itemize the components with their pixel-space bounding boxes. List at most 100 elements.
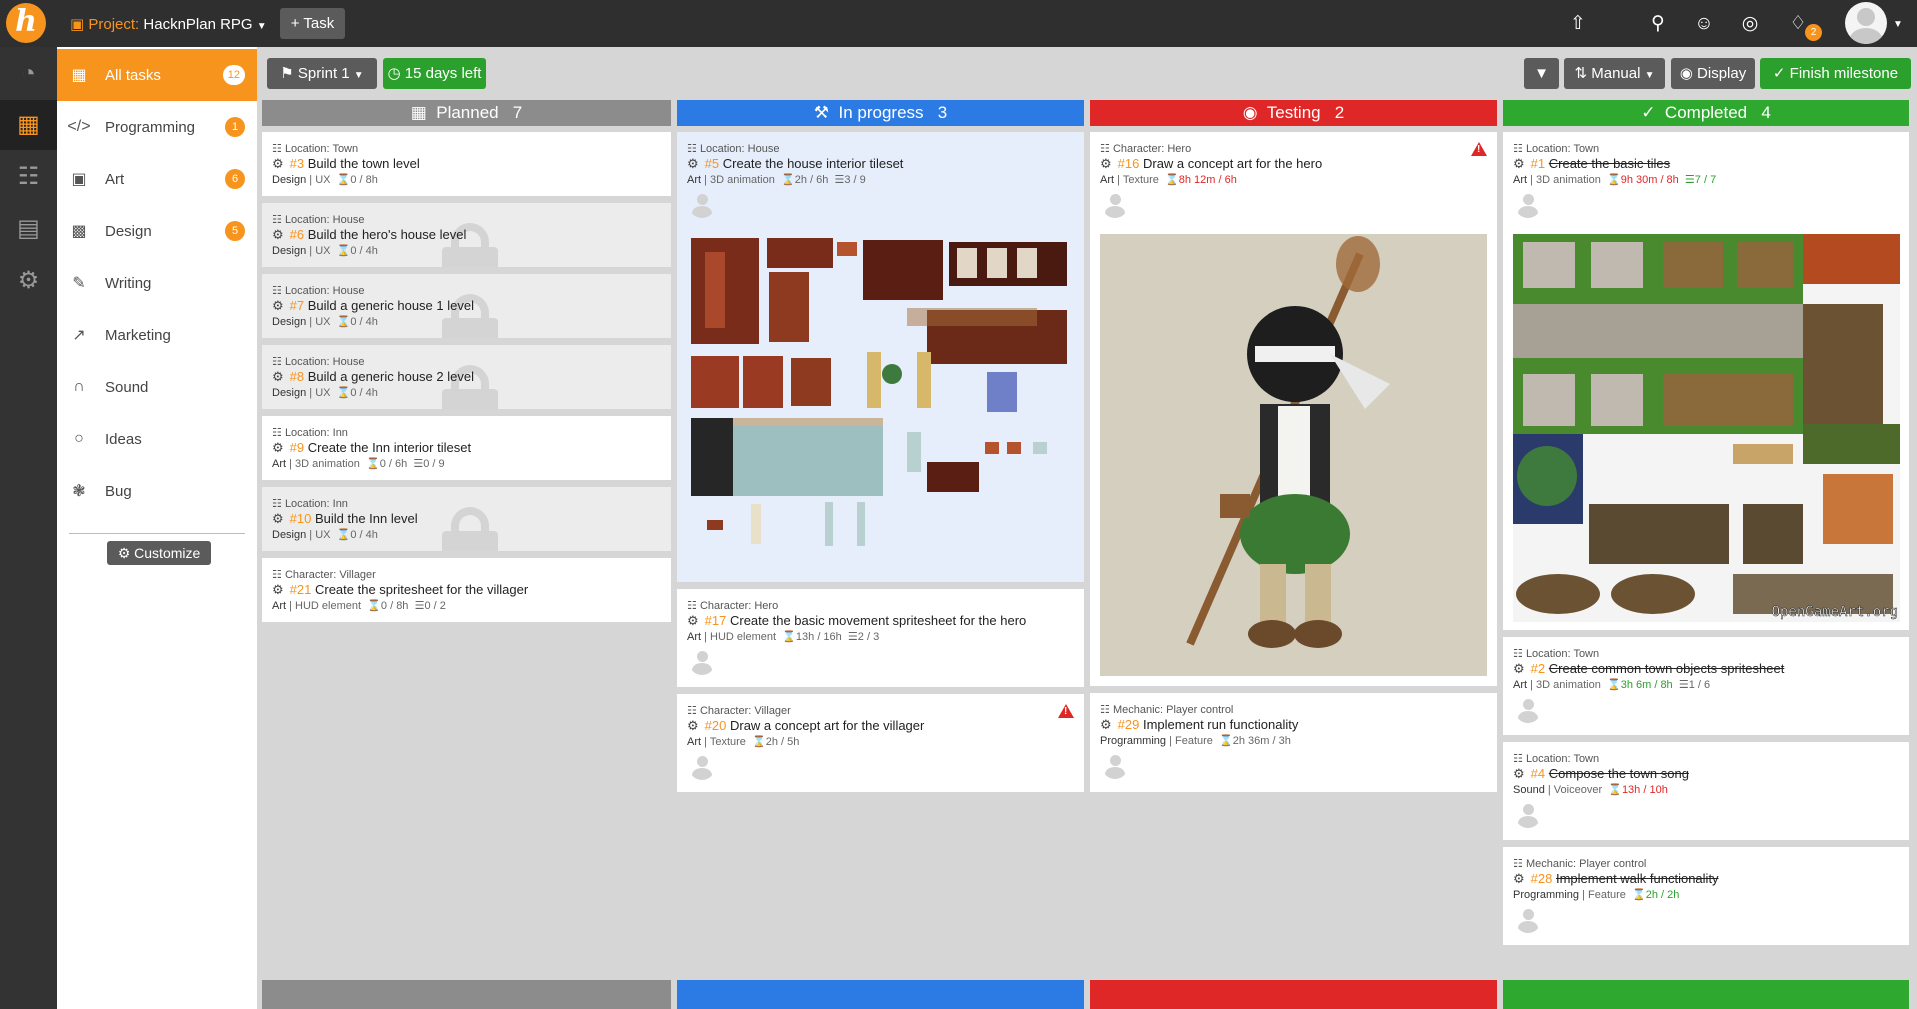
warning-icon: ! — [1058, 704, 1074, 718]
sidebar-item-ideas[interactable]: ○ Ideas — [57, 413, 257, 465]
sidebar-item-sound[interactable]: ∩ Sound — [57, 361, 257, 413]
task-card[interactable]: ☷ Location: House ⚙ #6 Build the hero's h… — [262, 203, 671, 267]
assignee-avatar[interactable] — [1515, 697, 1541, 723]
gear-icon[interactable]: ⚙ — [272, 227, 284, 242]
assignee-avatar[interactable] — [1102, 192, 1128, 218]
project-selector[interactable]: ▣ Project: HacknPlan RPG ▼ — [70, 15, 267, 33]
task-card[interactable]: ☷ Character: Villager ⚙ #21 Create the sp… — [262, 558, 671, 622]
search-icon[interactable]: ⚲ — [1647, 13, 1669, 35]
sidebar-item-bug[interactable]: ❃ Bug — [57, 465, 257, 517]
task-time: 0 / 8h — [350, 174, 378, 186]
task-number: #1 — [1530, 156, 1546, 171]
days-left-badge[interactable]: ◷ 15 days left — [383, 58, 486, 89]
gear-icon[interactable]: ⚙ — [272, 511, 284, 526]
assignee-avatar[interactable] — [689, 649, 715, 675]
add-task-button[interactable]: + Task — [280, 8, 345, 39]
bar-chart-icon[interactable]: ▤ — [0, 204, 57, 254]
gear-icon[interactable]: ⚙ — [1513, 661, 1525, 676]
task-number: #16 — [1117, 156, 1140, 171]
hero-concept-art-image — [1100, 234, 1487, 676]
task-location: Mechanic: Player control — [1112, 704, 1234, 716]
upload-icon[interactable]: ⇧ — [1567, 13, 1589, 35]
task-card[interactable]: ☷ Location: Town ⚙ #3 Build the town leve… — [262, 132, 671, 196]
gear-icon[interactable]: ⚙ — [687, 156, 699, 171]
gear-icon[interactable]: ⚙ — [272, 582, 284, 597]
column-footer-testing[interactable] — [1090, 980, 1497, 1009]
sprint-dropdown[interactable]: ⚑ Sprint 1 ▼ — [267, 58, 377, 89]
check-icon: ✓ — [1772, 65, 1786, 82]
gear-icon[interactable]: ⚙ — [272, 156, 284, 171]
task-card[interactable]: ! ☷ Character: Hero ⚙ #16 Draw a concept … — [1090, 132, 1497, 686]
sidebar-item-design[interactable]: ▩ Design 5 — [57, 205, 257, 257]
task-card[interactable]: ☷ Location: Town ⚙ #2 Create common town … — [1503, 637, 1909, 735]
gear-icon[interactable]: ⚙ — [687, 718, 699, 733]
gear-icon[interactable]: ⚙ — [272, 369, 284, 384]
chevron-down-icon[interactable]: ▼ — [1893, 19, 1903, 30]
customize-button[interactable]: ⚙ Customize — [107, 541, 211, 565]
filter-button[interactable]: ▼ — [1524, 58, 1559, 89]
column-header-completed[interactable]: ✓ Completed 4 — [1503, 100, 1909, 126]
gear-icon[interactable]: ⚙ — [1513, 766, 1525, 781]
hierarchy-icon[interactable]: ☷ — [0, 152, 57, 202]
sidebar-item-art[interactable]: ▣ Art 6 — [57, 153, 257, 205]
task-card[interactable]: ☷ Location: House ⚙ #5 Create the house i… — [677, 132, 1084, 582]
hierarchy-icon: ☷ — [1100, 704, 1110, 716]
sidebar-item-all-tasks[interactable]: ▦ All tasks 12 — [57, 49, 257, 101]
task-card[interactable]: ☷ Character: Hero ⚙ #17 Create the basic … — [677, 589, 1084, 687]
assignee-avatar[interactable] — [1515, 802, 1541, 828]
hacknplan-logo[interactable]: h — [6, 3, 46, 43]
assignee-avatar[interactable] — [689, 192, 715, 218]
task-card[interactable]: ☷ Location: Inn ⚙ #10 Build the Inn level… — [262, 487, 671, 551]
sidebar-item-writing[interactable]: ✎ Writing — [57, 257, 257, 309]
task-card[interactable]: ☷ Location: Town ⚙ #4 Compose the town so… — [1503, 742, 1909, 840]
task-card[interactable]: ☷ Mechanic: Player control ⚙ #28 Implemen… — [1503, 847, 1909, 945]
gear-icon[interactable]: ⚙ — [1100, 156, 1112, 171]
sidebar-item-programming[interactable]: </> Programming 1 — [57, 101, 257, 153]
sidebar-item-marketing[interactable]: ↗ Marketing — [57, 309, 257, 361]
display-button[interactable]: ◉ Display — [1671, 58, 1755, 89]
assignee-avatar[interactable] — [689, 754, 715, 780]
user-avatar[interactable] — [1845, 2, 1887, 44]
task-title: Implement walk functionality — [1555, 871, 1719, 886]
assignee-avatar[interactable] — [1515, 192, 1541, 218]
dashboard-icon[interactable]: ◔ — [0, 49, 57, 99]
column-header-in-progress[interactable]: ⚒ In progress 3 — [677, 100, 1084, 126]
eye-icon: ◉ — [1679, 65, 1693, 82]
top-bar: h ▣ Project: HacknPlan RPG ▼ + Task ⇧ ⚲ … — [0, 0, 1917, 47]
column-footer-planned[interactable] — [262, 980, 671, 1009]
task-card[interactable]: ☷ Location: House ⚙ #8 Build a generic ho… — [262, 345, 671, 409]
gear-icon[interactable]: ⚙ — [272, 298, 284, 313]
gear-icon[interactable]: ⚙ — [272, 440, 284, 455]
column-header-planned[interactable]: ▦ Planned 7 — [262, 100, 671, 126]
task-title: Create the basic tiles — [1548, 156, 1671, 171]
column-header-testing[interactable]: ◉ Testing 2 — [1090, 100, 1497, 126]
task-card[interactable]: ☷ Location: House ⚙ #7 Build a generic ho… — [262, 274, 671, 338]
task-card[interactable]: ☷ Location: Inn ⚙ #9 Create the Inn inter… — [262, 416, 671, 480]
smiley-icon[interactable]: ☺ — [1693, 13, 1715, 35]
lightbulb-icon: ○ — [74, 430, 84, 447]
board-icon[interactable]: ▦ — [0, 100, 57, 150]
sort-manual-dropdown[interactable]: ⇅ Manual ▼ — [1564, 58, 1665, 89]
gear-icon[interactable]: ⚙ — [0, 256, 57, 306]
hourglass-icon: ⌛ — [336, 245, 351, 257]
gear-icon[interactable]: ⚙ — [687, 613, 699, 628]
task-card[interactable]: ☷ Location: Town ⚙ #1 Create the basic ti… — [1503, 132, 1909, 630]
finish-milestone-button[interactable]: ✓ Finish milestone — [1760, 58, 1911, 89]
sidebar-item-label: Sound — [105, 378, 149, 396]
gear-icon[interactable]: ⚙ — [1513, 871, 1525, 886]
assignee-avatar[interactable] — [1102, 753, 1128, 779]
subtask-count: 2 / 3 — [857, 631, 880, 643]
assignee-avatar[interactable] — [1515, 907, 1541, 933]
task-location: Character: Hero — [1112, 143, 1192, 155]
column-footer-in-progress[interactable] — [677, 980, 1084, 1009]
help-lifebuoy-icon[interactable]: ◎ — [1739, 13, 1761, 35]
hierarchy-icon: ☷ — [1513, 143, 1523, 155]
subtask-count: 0 / 2 — [424, 600, 446, 612]
task-card[interactable]: ☷ Mechanic: Player control ⚙ #29 Implemen… — [1090, 693, 1497, 792]
task-number: #2 — [1530, 661, 1546, 676]
gear-icon[interactable]: ⚙ — [1100, 717, 1112, 732]
task-time: 2h / 2h — [1645, 889, 1680, 901]
task-card[interactable]: ! ☷ Character: Villager ⚙ #20 Draw a conc… — [677, 694, 1084, 792]
column-footer-completed[interactable] — [1503, 980, 1909, 1009]
gear-icon[interactable]: ⚙ — [1513, 156, 1525, 171]
